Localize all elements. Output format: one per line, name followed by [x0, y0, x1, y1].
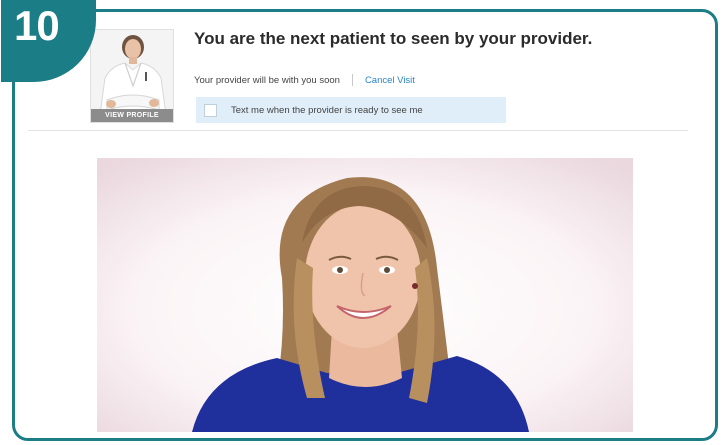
wait-status-row: Your provider will be with you soon Canc…: [194, 74, 415, 86]
cancel-visit-link[interactable]: Cancel Visit: [365, 75, 415, 86]
step-badge: 10: [1, 0, 96, 82]
wait-message: Your provider will be with you soon: [194, 74, 340, 86]
video-frame-image: [97, 158, 633, 432]
sms-notify-checkbox[interactable]: [204, 103, 217, 117]
sms-notify-option[interactable]: Text me when the provider is ready to se…: [196, 97, 506, 123]
queue-status-title: You are the next patient to seen by your…: [194, 29, 593, 48]
divider-bar: [351, 74, 353, 86]
sms-notify-label: Text me when the provider is ready to se…: [231, 104, 423, 116]
section-divider: [28, 130, 688, 131]
provider-video-feed: [97, 158, 633, 432]
provider-profile-card[interactable]: VIEW PROFILE: [90, 29, 174, 123]
step-number: 10: [14, 2, 60, 49]
view-profile-link[interactable]: VIEW PROFILE: [91, 109, 173, 122]
